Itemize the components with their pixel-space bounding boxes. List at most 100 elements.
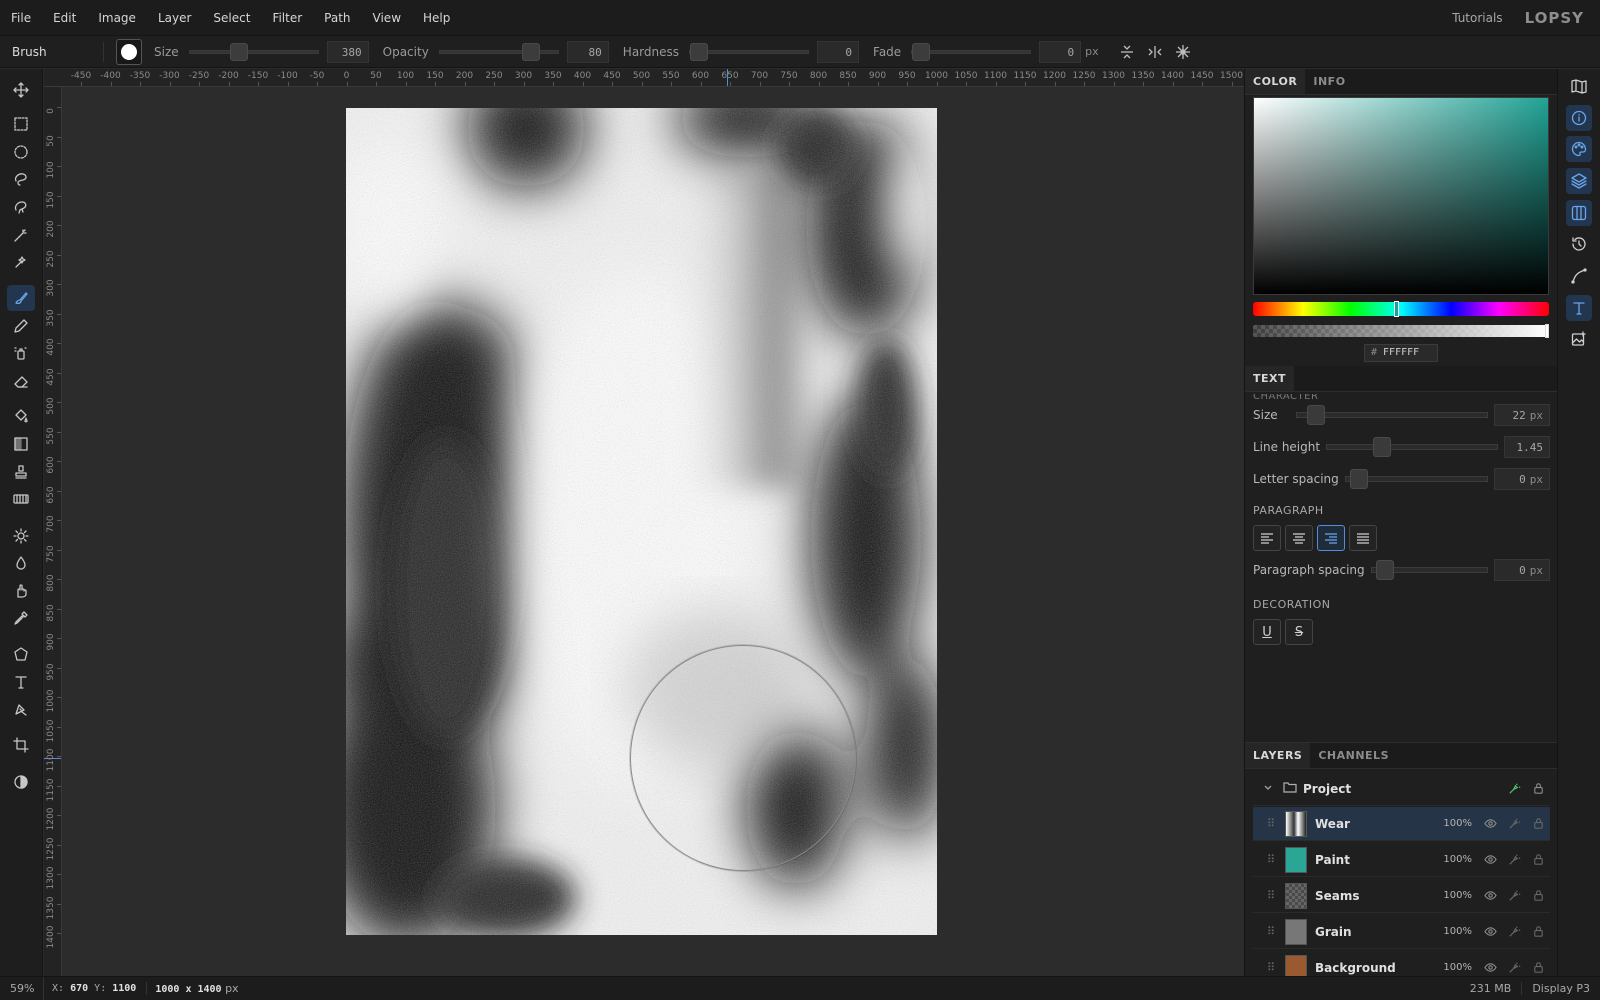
lock-icon[interactable] xyxy=(1526,958,1550,978)
pen-icon[interactable] xyxy=(7,696,35,722)
info-icon[interactable] xyxy=(1566,105,1592,131)
text-icon[interactable] xyxy=(7,669,35,695)
image-plus-icon[interactable] xyxy=(1566,326,1592,352)
menu-path[interactable]: Path xyxy=(313,0,361,36)
layer-row[interactable]: ⠿ Paint 100% xyxy=(1253,843,1550,877)
font-size-knob[interactable] xyxy=(1306,405,1325,425)
brush-preset-picker[interactable] xyxy=(116,38,142,65)
layers-icon[interactable] xyxy=(1566,168,1592,194)
strikethrough-button[interactable]: S xyxy=(1285,619,1313,645)
canvas-workspace[interactable] xyxy=(63,88,1244,976)
hardness-value[interactable]: 0 xyxy=(817,40,860,63)
crop-icon[interactable] xyxy=(7,732,35,758)
radial-symmetry-icon[interactable] xyxy=(1169,38,1197,66)
chevron-down-icon[interactable] xyxy=(1263,782,1277,796)
magic-wand-icon[interactable] xyxy=(7,222,35,248)
map-icon[interactable] xyxy=(1566,73,1592,99)
layer-opacity[interactable]: 100% xyxy=(1438,854,1472,865)
line-height-slider[interactable] xyxy=(1326,437,1498,457)
align-justify-button[interactable] xyxy=(1349,525,1377,551)
letter-spacing-slider[interactable] xyxy=(1344,469,1488,489)
saturation-value-picker[interactable] xyxy=(1253,97,1549,295)
menu-layer[interactable]: Layer xyxy=(147,0,202,36)
fx-link-icon[interactable] xyxy=(1502,779,1526,799)
history-icon[interactable] xyxy=(1566,231,1592,257)
align-left-button[interactable] xyxy=(1253,525,1281,551)
fx-link-icon[interactable] xyxy=(1502,922,1526,942)
bucket-icon[interactable] xyxy=(7,403,35,429)
zoom-level[interactable]: 59% xyxy=(0,976,44,1000)
paragraph-spacing-input[interactable]: 0 px xyxy=(1494,559,1550,581)
letter-spacing-input[interactable]: 0 px xyxy=(1494,468,1550,490)
quick-select-icon[interactable] xyxy=(7,249,35,275)
font-size-input[interactable]: 22 px xyxy=(1494,404,1550,426)
brush-icon[interactable] xyxy=(7,285,35,311)
drag-handle-icon[interactable]: ⠿ xyxy=(1267,853,1281,866)
opacity-value[interactable]: 80 xyxy=(566,40,609,63)
rect-select-icon[interactable] xyxy=(7,111,35,137)
hardness-slider-knob[interactable] xyxy=(690,42,709,61)
stamp-icon[interactable] xyxy=(7,459,35,485)
line-height-knob[interactable] xyxy=(1373,437,1392,457)
opacity-slider[interactable] xyxy=(438,42,559,61)
drag-handle-icon[interactable]: ⠿ xyxy=(1267,817,1281,830)
underline-button[interactable]: U xyxy=(1253,619,1281,645)
paragraph-spacing-knob[interactable] xyxy=(1375,560,1394,580)
eye-icon[interactable] xyxy=(1478,958,1502,978)
move-icon[interactable] xyxy=(7,77,35,103)
eraser-icon[interactable] xyxy=(7,368,35,394)
menu-help[interactable]: Help xyxy=(412,0,461,36)
tab-info[interactable]: INFO xyxy=(1305,69,1353,94)
blur-icon[interactable] xyxy=(7,550,35,576)
polygon-icon[interactable] xyxy=(7,641,35,667)
lasso-icon[interactable] xyxy=(7,166,35,192)
drag-handle-icon[interactable]: ⠿ xyxy=(1267,961,1281,974)
lock-icon[interactable] xyxy=(1526,922,1550,942)
type-icon[interactable] xyxy=(1566,295,1592,321)
palette-icon[interactable] xyxy=(1566,136,1592,162)
size-slider-knob[interactable] xyxy=(229,42,248,61)
symmetry-vertical-icon[interactable] xyxy=(1113,38,1141,66)
eye-icon[interactable] xyxy=(1478,886,1502,906)
drag-handle-icon[interactable]: ⠿ xyxy=(1267,889,1281,902)
fx-link-icon[interactable] xyxy=(1502,814,1526,834)
fade-slider-knob[interactable] xyxy=(912,42,931,61)
tab-color[interactable]: COLOR xyxy=(1245,69,1306,94)
menu-filter[interactable]: Filter xyxy=(261,0,313,36)
tutorials-link[interactable]: Tutorials xyxy=(1452,11,1502,25)
eye-icon[interactable] xyxy=(1478,850,1502,870)
fx-link-icon[interactable] xyxy=(1502,958,1526,978)
magnetic-lasso-icon[interactable] xyxy=(7,194,35,220)
alpha-slider-knob[interactable] xyxy=(1545,324,1549,338)
pattern-icon[interactable] xyxy=(7,486,35,512)
lock-icon[interactable] xyxy=(1526,814,1550,834)
smudge-icon[interactable] xyxy=(7,578,35,604)
layer-opacity[interactable]: 100% xyxy=(1438,890,1472,901)
menu-edit[interactable]: Edit xyxy=(42,0,87,36)
ellipse-select-icon[interactable] xyxy=(7,139,35,165)
lock-icon[interactable] xyxy=(1526,886,1550,906)
hue-slider-knob[interactable] xyxy=(1394,301,1399,317)
align-right-button[interactable] xyxy=(1317,525,1345,551)
tab-channels[interactable]: CHANNELS xyxy=(1310,743,1397,768)
layer-opacity[interactable]: 100% xyxy=(1438,962,1472,973)
alpha-slider[interactable] xyxy=(1253,324,1549,338)
drag-handle-icon[interactable]: ⠿ xyxy=(1267,925,1281,938)
spray-icon[interactable] xyxy=(7,340,35,366)
hue-slider[interactable] xyxy=(1253,301,1549,317)
font-size-slider[interactable] xyxy=(1295,405,1488,425)
tab-layers[interactable]: LAYERS xyxy=(1245,743,1311,768)
layer-group-row[interactable]: Project xyxy=(1253,772,1550,806)
layer-opacity[interactable]: 100% xyxy=(1438,926,1472,937)
hardness-slider[interactable] xyxy=(689,42,810,61)
letter-spacing-knob[interactable] xyxy=(1349,469,1368,489)
hex-color-input[interactable]: # FFFFFF xyxy=(1364,344,1438,362)
menu-view[interactable]: View xyxy=(362,0,412,36)
path-icon[interactable] xyxy=(1566,263,1592,289)
layer-row[interactable]: ⠿ Wear 100% xyxy=(1253,807,1550,841)
layer-row[interactable]: ⠿ Grain 100% xyxy=(1253,915,1550,949)
fade-slider[interactable] xyxy=(911,42,1032,61)
tab-text[interactable]: TEXT xyxy=(1245,366,1295,391)
layer-row[interactable]: ⠿ Seams 100% xyxy=(1253,879,1550,913)
symmetry-horizontal-icon[interactable] xyxy=(1141,38,1169,66)
